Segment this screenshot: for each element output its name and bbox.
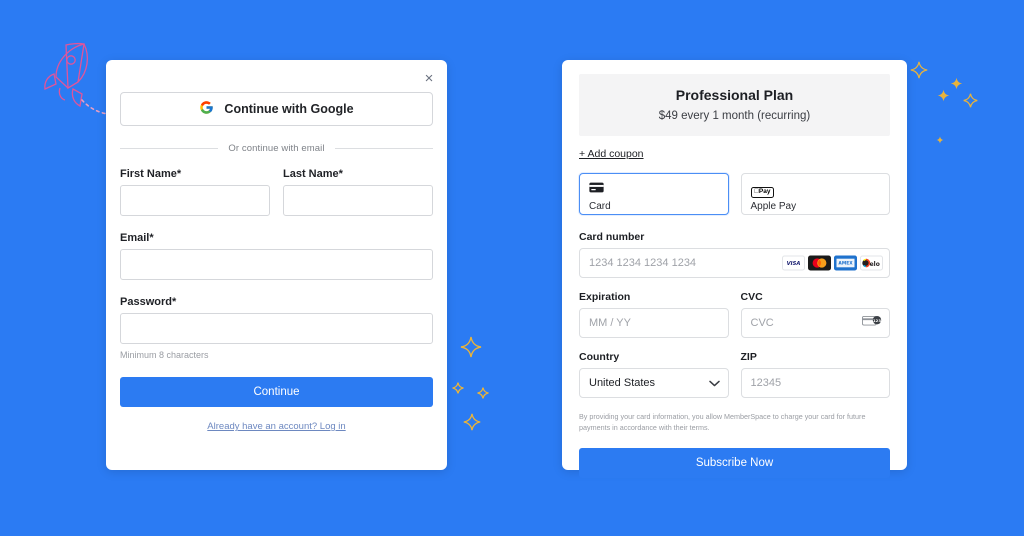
continue-button[interactable]: Continue — [120, 377, 433, 407]
last-name-label: Last Name* — [283, 168, 343, 180]
expiration-cvc-row: Expiration CVC 123 — [579, 291, 890, 338]
sparkle-icon — [477, 386, 489, 404]
divider-line-right — [334, 148, 433, 149]
sparkle-icon — [463, 413, 481, 436]
login-link[interactable]: Already have an account? Log in — [120, 421, 433, 432]
password-hint: Minimum 8 characters — [120, 350, 209, 360]
credit-card-icon — [589, 180, 604, 197]
zip-label: ZIP — [740, 351, 757, 363]
apple-pay-icon: Pay — [750, 186, 774, 198]
country-select[interactable]: United States — [579, 368, 729, 398]
email-divider: Or continue with email — [120, 143, 433, 154]
expiration-input[interactable] — [579, 308, 729, 338]
svg-text:123: 123 — [873, 318, 881, 323]
card-brand-icons: VISA AMEX elo — [782, 255, 883, 271]
sparkle-icon — [937, 89, 950, 107]
terms-text: By providing your card information, you … — [579, 412, 866, 433]
sparkle-icon — [910, 61, 928, 84]
card-number-group: Card number VISA — [579, 231, 890, 278]
card-number-wrap: VISA — [579, 248, 890, 278]
country-group: Country United States — [579, 351, 729, 398]
last-name-input[interactable] — [283, 185, 433, 216]
checkout-modal: Professional Plan $49 every 1 month (rec… — [562, 60, 907, 479]
cvc-card-icon: 123 — [862, 314, 882, 332]
country-select-wrap: United States — [579, 368, 729, 398]
payment-tab-apple-pay[interactable]: Pay Apple Pay — [740, 173, 890, 215]
sparkle-icon — [950, 77, 963, 95]
card-number-label: Card number — [579, 231, 645, 243]
payment-tab-card[interactable]: Card — [579, 173, 729, 215]
add-coupon-link[interactable]: + Add coupon — [579, 148, 644, 160]
svg-text:elo: elo — [870, 261, 880, 268]
country-label: Country — [579, 351, 620, 363]
plan-price: $49 every 1 month (recurring) — [658, 110, 811, 122]
password-input[interactable] — [120, 313, 433, 344]
cvc-wrap: 123 — [740, 308, 890, 338]
google-icon — [199, 100, 214, 118]
signup-form: Continue with Google Or continue with em… — [106, 60, 447, 432]
payment-tab-apple-pay-label: Apple Pay — [750, 201, 797, 212]
sparkle-icon — [452, 381, 464, 399]
continue-with-google-button[interactable]: Continue with Google — [120, 92, 433, 126]
sparkle-icon — [936, 131, 944, 149]
payment-method-tabs: Card Pay Apple Pay — [579, 173, 890, 215]
divider-label: Or continue with email — [228, 143, 325, 154]
plan-name: Professional Plan — [675, 87, 794, 103]
amex-icon: AMEX — [834, 255, 857, 271]
mastercard-icon — [808, 255, 831, 271]
password-group: Password* — [120, 296, 433, 344]
divider-line-left — [120, 148, 219, 149]
plan-summary: Professional Plan $49 every 1 month (rec… — [579, 74, 890, 136]
sparkle-icon — [460, 336, 482, 363]
payment-tab-card-label: Card — [589, 201, 611, 212]
last-name-group: Last Name* — [283, 168, 433, 216]
svg-text:VISA: VISA — [787, 261, 801, 267]
subscribe-now-button[interactable]: Subscribe Now — [579, 448, 890, 479]
email-group: Email* — [120, 232, 433, 280]
cvc-label: CVC — [740, 291, 763, 303]
checkout-form: Professional Plan $49 every 1 month (rec… — [562, 60, 907, 479]
zip-group: ZIP — [740, 351, 890, 398]
sparkle-icon — [963, 93, 978, 113]
expiration-group: Expiration — [579, 291, 729, 338]
google-button-label: Continue with Google — [224, 102, 354, 116]
elo-icon: elo — [860, 255, 883, 271]
signup-modal: × Continue with Google Or continue with … — [106, 60, 447, 470]
svg-text:AMEX: AMEX — [838, 261, 853, 267]
expiration-label: Expiration — [579, 291, 631, 303]
first-name-group: First Name* — [120, 168, 270, 216]
email-input[interactable] — [120, 249, 433, 280]
close-icon[interactable]: × — [417, 66, 441, 90]
first-name-input[interactable] — [120, 185, 270, 216]
visa-icon: VISA — [782, 255, 805, 271]
first-name-label: First Name* — [120, 168, 182, 180]
password-label: Password* — [120, 296, 177, 308]
country-zip-row: Country United States ZIP — [579, 351, 890, 398]
name-fields-row: First Name* Last Name* — [120, 168, 433, 216]
email-label: Email* — [120, 232, 154, 244]
page-stage: × Continue with Google Or continue with … — [0, 0, 1024, 536]
cvc-group: CVC 123 — [740, 291, 890, 338]
zip-input[interactable] — [740, 368, 890, 398]
